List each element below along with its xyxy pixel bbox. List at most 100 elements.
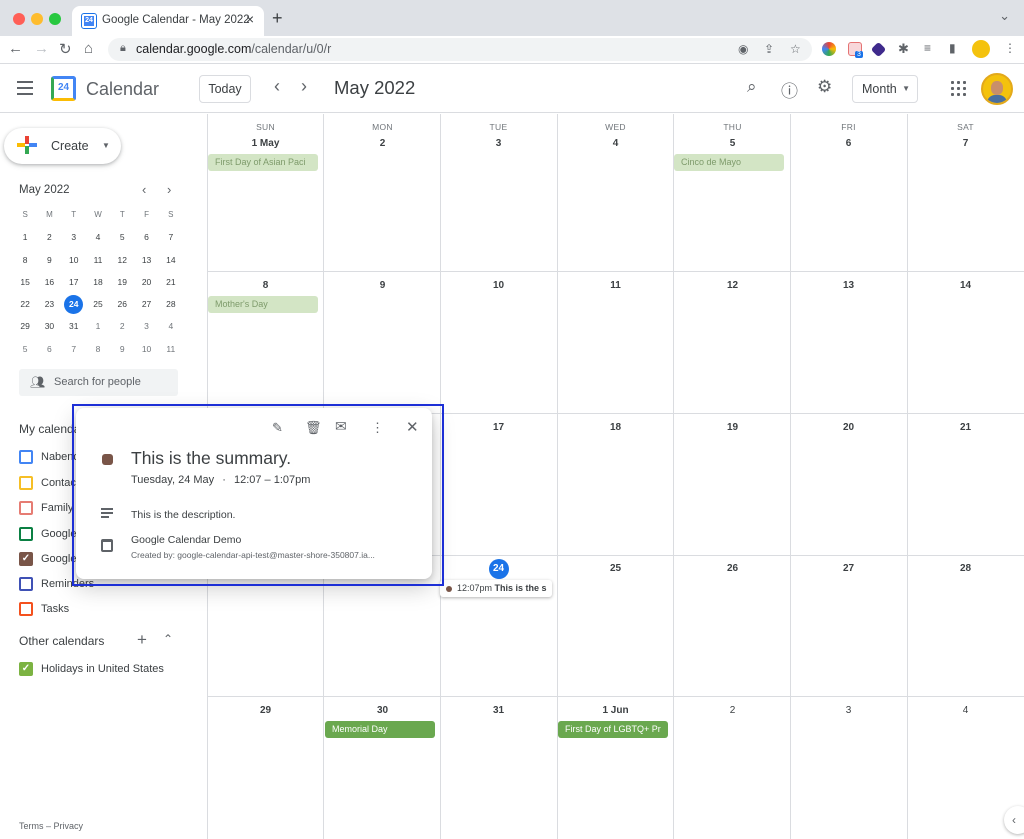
mini-day[interactable]: 6 (37, 338, 61, 360)
mini-day[interactable]: 12 (110, 249, 134, 271)
day-number[interactable]: 13 (790, 280, 907, 291)
day-number[interactable]: 11 (557, 280, 674, 291)
close-window-button[interactable] (13, 13, 25, 25)
day-number[interactable]: 4 (907, 705, 1024, 716)
reload-icon[interactable]: ↻ (59, 40, 72, 58)
mini-day[interactable]: 8 (13, 249, 37, 271)
edit-pencil-icon[interactable]: ✎ (272, 420, 283, 436)
search-icon[interactable]: ⌕ (747, 77, 757, 97)
settings-gear-icon[interactable]: ⚙ (817, 77, 832, 97)
mini-day[interactable]: 9 (37, 249, 61, 271)
mini-day[interactable]: 22 (13, 293, 37, 315)
add-calendar-icon[interactable]: + (137, 630, 147, 650)
event-chip-holiday[interactable]: Cinco de Mayo (674, 154, 784, 171)
bookmark-star-icon[interactable]: ☆ (790, 42, 801, 56)
day-number[interactable]: 2 (674, 705, 791, 716)
mini-day[interactable]: 4 (86, 226, 110, 248)
address-bar[interactable]: 🔒︎ calendar.google.com/calendar/u/0/r ◉ … (108, 38, 812, 61)
mini-day[interactable]: 7 (62, 338, 86, 360)
day-cell[interactable]: THU 5 (674, 114, 791, 271)
mini-day[interactable]: 2 (110, 315, 134, 337)
view-switcher-dropdown[interactable]: Month ▼ (852, 75, 918, 103)
new-tab-icon[interactable]: + (272, 8, 283, 29)
mini-day[interactable]: 14 (159, 249, 183, 271)
calendar-checkbox[interactable] (19, 527, 33, 541)
day-number[interactable]: 28 (907, 563, 1024, 574)
day-number[interactable]: 4 (557, 138, 674, 149)
day-number[interactable]: 5 (674, 138, 791, 149)
delete-trash-icon[interactable]: 🗑︎ (305, 420, 322, 436)
mini-day[interactable]: 1 (86, 315, 110, 337)
day-number[interactable]: 6 (790, 138, 907, 149)
mini-day[interactable]: 10 (62, 249, 86, 271)
mini-day[interactable]: 19 (110, 271, 134, 293)
calendar-checkbox[interactable] (19, 476, 33, 490)
day-number[interactable]: 30 (324, 705, 441, 716)
home-icon[interactable]: ⌂ (84, 40, 93, 57)
day-number[interactable]: 31 (440, 705, 557, 716)
day-number[interactable]: 18 (557, 422, 674, 433)
maximize-window-button[interactable] (49, 13, 61, 25)
calendar-checkbox[interactable] (19, 501, 33, 515)
back-icon[interactable]: ← (8, 40, 23, 57)
mini-day[interactable]: 8 (86, 338, 110, 360)
email-guests-icon[interactable]: ✉ (335, 418, 347, 435)
mini-day[interactable]: 23 (37, 293, 61, 315)
day-number[interactable]: 29 (207, 705, 324, 716)
forward-icon[interactable]: → (34, 40, 49, 57)
mini-day[interactable]: 28 (159, 293, 183, 315)
media-queue-icon[interactable]: ≡ (924, 41, 931, 55)
browser-tab[interactable]: 24 Google Calendar - May 2022 × (72, 6, 264, 36)
color-extension-icon[interactable] (822, 42, 836, 56)
mini-day[interactable]: 26 (110, 293, 134, 315)
profile-avatar-small[interactable] (972, 40, 990, 58)
mini-day[interactable]: 3 (62, 226, 86, 248)
day-cell[interactable]: SUN 1 May (207, 114, 324, 271)
calendar-checkbox[interactable] (19, 577, 33, 591)
mini-day[interactable]: 18 (86, 271, 110, 293)
day-number[interactable]: 9 (324, 280, 441, 291)
day-number[interactable]: 21 (907, 422, 1024, 433)
mini-day[interactable]: 29 (13, 315, 37, 337)
day-number[interactable]: 19 (674, 422, 791, 433)
side-panel-toggle-icon[interactable]: ‹ (1004, 806, 1024, 834)
mini-day-today[interactable]: 24 (62, 293, 86, 315)
help-icon[interactable]: ⓘ (781, 77, 798, 102)
mini-day[interactable]: 2 (37, 226, 61, 248)
share-icon[interactable]: ⇪ (764, 42, 774, 56)
day-number[interactable]: 7 (907, 138, 1024, 149)
day-number-today[interactable]: 24 (440, 559, 557, 579)
event-chip-holiday[interactable]: First Day of LGBTQ+ Pr (558, 721, 668, 738)
calendar-checkbox-checked[interactable]: ✓ (19, 662, 33, 676)
terms-link[interactable]: Terms (19, 821, 44, 831)
mini-day[interactable]: 31 (62, 315, 86, 337)
day-number[interactable]: 27 (790, 563, 907, 574)
minimize-window-button[interactable] (31, 13, 43, 25)
day-number[interactable]: 8 (207, 280, 324, 291)
privacy-link[interactable]: Privacy (54, 821, 84, 831)
calendar-checkbox[interactable] (19, 450, 33, 464)
day-number[interactable]: 20 (790, 422, 907, 433)
other-calendars-title[interactable]: Other calendars (19, 634, 104, 648)
mini-day[interactable]: 9 (110, 338, 134, 360)
event-chip-holiday[interactable]: First Day of Asian Paci (208, 154, 318, 171)
mini-day[interactable]: 11 (159, 338, 183, 360)
day-number[interactable]: 1 Jun (557, 705, 674, 716)
puzzle-extensions-icon[interactable]: ✱ (898, 41, 909, 57)
mini-day[interactable]: 15 (13, 271, 37, 293)
mini-day[interactable]: 5 (110, 226, 134, 248)
mini-day[interactable]: 11 (86, 249, 110, 271)
main-menu-icon[interactable] (17, 81, 33, 95)
day-number[interactable]: 14 (907, 280, 1024, 291)
previous-period-icon[interactable]: ‹ (274, 76, 280, 97)
mini-day[interactable]: 21 (159, 271, 183, 293)
mini-day[interactable]: 17 (62, 271, 86, 293)
mini-day[interactable]: 30 (37, 315, 61, 337)
day-number[interactable]: 2 (324, 138, 441, 149)
day-number[interactable]: 26 (674, 563, 791, 574)
day-cell[interactable]: FRI 6 (790, 114, 907, 271)
mini-day[interactable]: 10 (134, 338, 158, 360)
day-number[interactable]: 10 (440, 280, 557, 291)
mini-day[interactable]: 16 (37, 271, 61, 293)
day-cell[interactable]: WED 4 (557, 114, 674, 271)
